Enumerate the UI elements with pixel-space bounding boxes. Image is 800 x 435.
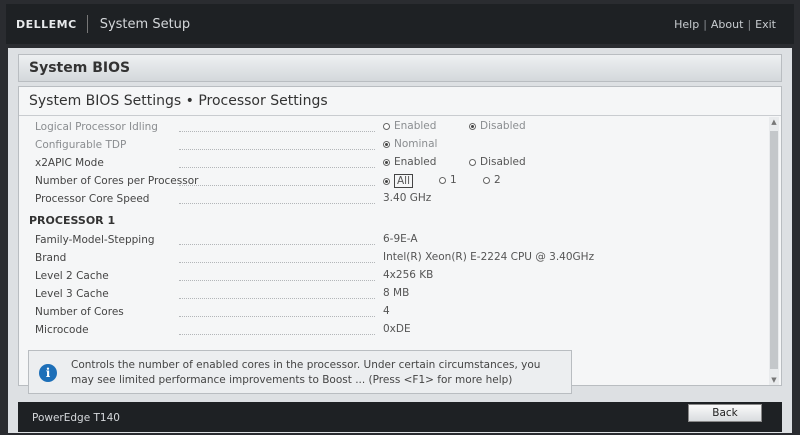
- help-text-line: Controls the number of enabled cores in …: [71, 359, 541, 371]
- setting-row-processor-core-speed: Processor Core Speed 3.40 GHz: [19, 191, 769, 209]
- info-value: Intel(R) Xeon(R) E-2224 CPU @ 3.40GHz: [383, 251, 595, 263]
- setting-value: 3.40 GHz: [383, 192, 432, 204]
- link-separator: |: [747, 17, 752, 31]
- radio-disabled[interactable]: Disabled: [469, 156, 526, 168]
- info-row-brand: Brand Intel(R) Xeon(R) E-2224 CPU @ 3.40…: [19, 250, 769, 268]
- radio-enabled[interactable]: Enabled: [383, 120, 436, 132]
- system-model: PowerEdge T140: [32, 412, 120, 424]
- setting-row-logical-processor-idling: Logical Processor Idling Enabled Disable…: [19, 119, 769, 137]
- info-value: 6-9E-A: [383, 233, 418, 245]
- info-row-level-3-cache: Level 3 Cache 8 MB: [19, 286, 769, 304]
- setting-row-cores-per-processor: Number of Cores per Processor All 1 2: [19, 173, 769, 191]
- setting-label: Processor Core Speed: [35, 193, 150, 205]
- setting-label: Number of Cores per Processor: [35, 175, 199, 187]
- help-box: i Controls the number of enabled cores i…: [28, 350, 572, 394]
- setting-label: Configurable TDP: [35, 139, 127, 151]
- info-label: Brand: [35, 252, 67, 264]
- exit-link[interactable]: Exit: [755, 18, 776, 31]
- radio-off-icon: [483, 176, 490, 184]
- help-text-line: may see limited performance improvements…: [71, 374, 513, 386]
- leader-dots: [179, 131, 375, 132]
- radio-off-icon: [469, 158, 476, 166]
- info-row-level-2-cache: Level 2 Cache 4x256 KB: [19, 268, 769, 286]
- scrollbar[interactable]: ▲ ▼: [769, 117, 779, 385]
- dell-emc-logo: DELLEMC: [16, 17, 77, 31]
- setting-row-configurable-tdp: Configurable TDP Nominal: [19, 137, 769, 155]
- info-row-number-of-cores: Number of Cores 4: [19, 304, 769, 322]
- leader-dots: [179, 298, 375, 299]
- radio-nominal[interactable]: Nominal: [383, 138, 437, 150]
- info-label: Level 2 Cache: [35, 270, 109, 282]
- leader-dots: [179, 185, 375, 186]
- info-row-family-model-stepping: Family-Model-Stepping 6-9E-A: [19, 232, 769, 250]
- title-divider: [19, 115, 781, 116]
- footer-bar: PowerEdge T140 Back: [18, 402, 782, 432]
- radio-all[interactable]: All: [383, 174, 414, 188]
- info-value: 4: [383, 305, 390, 317]
- leader-dots: [179, 244, 375, 245]
- info-label: Number of Cores: [35, 306, 124, 318]
- info-row-microcode: Microcode 0xDE: [19, 322, 769, 340]
- page-title: System BIOS Settings • Processor Setting…: [29, 93, 328, 109]
- link-separator: |: [703, 17, 707, 31]
- main-panel: System BIOS System BIOS Settings • Proce…: [8, 48, 792, 433]
- setting-label: x2APIC Mode: [35, 157, 104, 169]
- help-text: Controls the number of enabled cores in …: [71, 358, 567, 388]
- info-value: 0xDE: [383, 323, 411, 335]
- setting-row-x2apic-mode: x2APIC Mode Enabled Disabled: [19, 155, 769, 173]
- top-links: Help | About | Exit: [674, 18, 776, 31]
- leader-dots: [179, 203, 375, 204]
- help-link[interactable]: Help: [674, 18, 699, 31]
- radio-disabled[interactable]: Disabled: [469, 120, 526, 132]
- info-label: Family-Model-Stepping: [35, 234, 155, 246]
- scroll-down-arrow-icon[interactable]: ▼: [769, 375, 779, 385]
- radio-2[interactable]: 2: [483, 174, 501, 186]
- setting-label: Logical Processor Idling: [35, 121, 158, 133]
- leader-dots: [179, 149, 375, 150]
- info-value: 8 MB: [383, 287, 410, 299]
- back-button[interactable]: Back: [688, 404, 762, 422]
- radio-off-icon: [383, 122, 390, 130]
- info-label: Level 3 Cache: [35, 288, 109, 300]
- info-value: 4x256 KB: [383, 269, 434, 281]
- scroll-up-arrow-icon[interactable]: ▲: [769, 117, 779, 127]
- app-title: System Setup: [99, 16, 191, 32]
- radio-1[interactable]: 1: [439, 174, 457, 186]
- settings-box: System BIOS Settings • Processor Setting…: [18, 86, 782, 386]
- info-label: Microcode: [35, 324, 89, 336]
- leader-dots: [179, 316, 375, 317]
- brand-divider: [86, 15, 88, 33]
- radio-off-icon: [439, 176, 446, 184]
- radio-on-icon: [383, 177, 390, 185]
- radio-on-icon: [383, 140, 390, 148]
- section-title: System BIOS: [18, 54, 782, 82]
- info-icon: i: [39, 364, 57, 382]
- radio-on-icon: [383, 158, 390, 166]
- leader-dots: [179, 167, 375, 168]
- top-bar: DELLEMC System Setup Help | About | Exit: [6, 4, 794, 44]
- scroll-thumb[interactable]: [770, 131, 778, 369]
- about-link[interactable]: About: [711, 18, 744, 31]
- leader-dots: [179, 334, 375, 335]
- processor-heading: PROCESSOR 1: [29, 214, 116, 227]
- leader-dots: [179, 262, 375, 263]
- radio-enabled[interactable]: Enabled: [383, 156, 436, 168]
- leader-dots: [179, 280, 375, 281]
- radio-on-icon: [469, 122, 476, 130]
